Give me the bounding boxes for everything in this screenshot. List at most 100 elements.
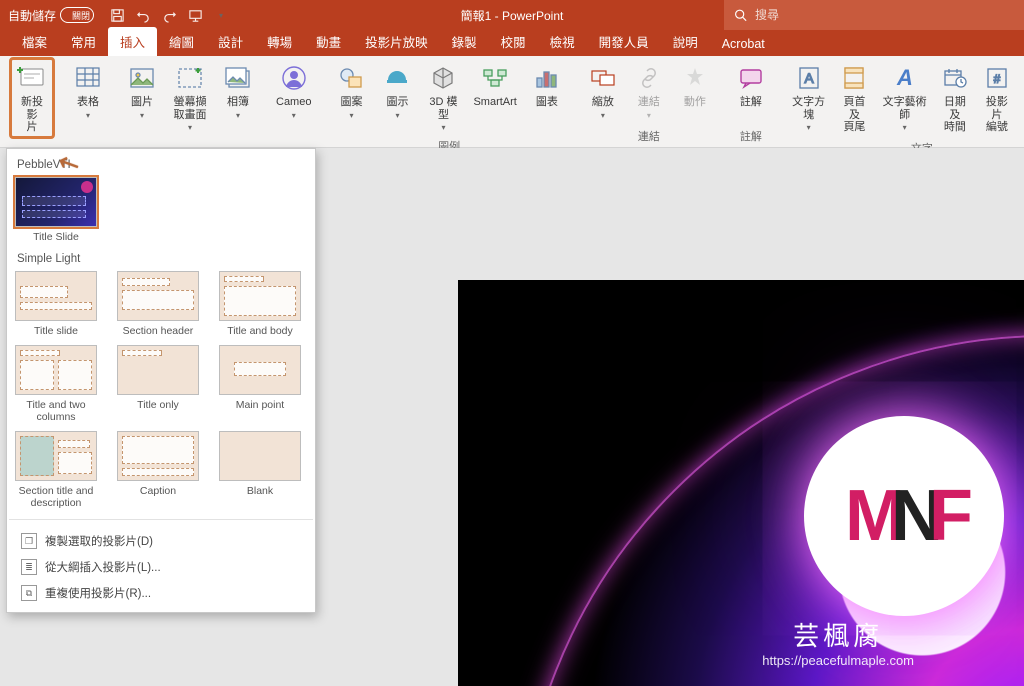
wordart-button[interactable]: A文字藝術師▾ xyxy=(876,58,932,136)
action-button: 動作 xyxy=(673,58,717,113)
search-input[interactable] xyxy=(755,8,1014,22)
tab-record[interactable]: 錄製 xyxy=(440,27,489,56)
smartart-button[interactable]: SmartArt xyxy=(467,58,522,113)
zoom-icon xyxy=(587,62,619,94)
tab-review[interactable]: 校閱 xyxy=(489,27,538,56)
tab-slideshow[interactable]: 投影片放映 xyxy=(353,27,440,56)
watermark: 芸楓腐 https://peacefulmaple.com xyxy=(762,616,914,668)
datetime-button[interactable]: 日期及 時間 xyxy=(935,58,975,138)
comment-button[interactable]: 註解 xyxy=(729,58,773,113)
tab-view[interactable]: 檢視 xyxy=(538,27,587,56)
tab-home[interactable]: 常用 xyxy=(59,27,108,56)
pictures-button[interactable]: 圖片▾ xyxy=(122,58,162,124)
new-slide-dropdown: PebbleVTI Title Slide Simple Light Title… xyxy=(6,148,316,613)
group-links: 連結 xyxy=(581,126,717,147)
smartart-icon xyxy=(479,62,511,94)
menu-reuse-slides[interactable]: ⧉重複使用投影片(R)... xyxy=(15,580,307,606)
new-slide-label: 新投影 片 xyxy=(16,96,48,134)
svg-text:#: # xyxy=(994,72,1001,86)
slide-logo: MNF xyxy=(845,475,963,557)
tab-design[interactable]: 設計 xyxy=(206,27,255,56)
tab-transitions[interactable]: 轉場 xyxy=(255,27,304,56)
quick-access-toolbar: ▾ xyxy=(108,6,230,24)
menu-duplicate-slides[interactable]: ❐複製選取的投影片(D) xyxy=(15,528,307,554)
duplicate-icon: ❐ xyxy=(21,533,37,549)
undo-icon[interactable] xyxy=(134,6,152,24)
group-comments: 註解 xyxy=(729,126,773,147)
album-button[interactable]: 相簿▾ xyxy=(218,58,258,124)
slide-logo-circle: MNF xyxy=(804,416,1004,616)
save-icon[interactable] xyxy=(108,6,126,24)
tab-file[interactable]: 檔案 xyxy=(10,27,59,56)
layout-title-slide[interactable]: Title slide xyxy=(15,271,97,337)
textbox-icon: A xyxy=(793,62,825,94)
link-icon xyxy=(633,62,665,94)
reuse-icon: ⧉ xyxy=(21,585,37,601)
layout-two-columns[interactable]: Title and two columns xyxy=(15,345,97,423)
screenshot-button[interactable]: 螢幕擷取畫面▾ xyxy=(164,58,216,136)
model3d-icon xyxy=(427,62,459,94)
link-button: 連結▾ xyxy=(627,58,671,124)
slide-canvas[interactable]: MNF 芸楓腐 https://peacefulmaple.com xyxy=(458,280,1024,686)
svg-text:A: A xyxy=(896,65,913,90)
tab-animations[interactable]: 動畫 xyxy=(304,27,353,56)
textbox-button[interactable]: A文字方塊▾ xyxy=(785,58,833,136)
tab-insert[interactable]: 插入 xyxy=(108,27,157,56)
layout-section-desc[interactable]: Section title and description xyxy=(15,431,97,509)
search-icon xyxy=(734,8,747,22)
screenshot-icon xyxy=(174,62,206,94)
slidenum-icon: # xyxy=(981,62,1013,94)
new-slide-button[interactable]: 新投影 片 xyxy=(10,58,54,138)
table-button[interactable]: 表格▾ xyxy=(66,58,110,124)
autosave-toggle[interactable]: 自動儲存 關閉 xyxy=(8,7,94,24)
slidenum-button[interactable]: #投影片 編號 xyxy=(977,58,1017,138)
wordart-icon: A xyxy=(889,62,921,94)
tab-acrobat[interactable]: Acrobat xyxy=(710,32,777,56)
present-icon[interactable] xyxy=(186,6,204,24)
headerfooter-button[interactable]: 頁首及 頁尾 xyxy=(834,58,874,138)
table-icon xyxy=(72,62,104,94)
chart-icon xyxy=(531,62,563,94)
layout-title-body[interactable]: Title and body xyxy=(219,271,301,337)
ribbon-tabs: 檔案 常用 插入 繪圖 設計 轉場 動畫 投影片放映 錄製 校閱 檢視 開發人員… xyxy=(0,30,1024,56)
dropdown-section-simple: Simple Light xyxy=(17,253,307,265)
cameo-button[interactable]: Cameo▾ xyxy=(270,58,317,124)
shapes-icon xyxy=(335,62,367,94)
autosave-label: 自動儲存 xyxy=(8,7,56,24)
svg-text:A: A xyxy=(804,70,814,86)
icons-button[interactable]: 圖示▾ xyxy=(375,58,419,124)
layout-blank[interactable]: Blank xyxy=(219,431,301,509)
pictures-icon xyxy=(126,62,158,94)
icons-icon xyxy=(381,62,413,94)
headerfooter-icon xyxy=(838,62,870,94)
model3d-button[interactable]: 3D 模 型▾ xyxy=(421,58,465,136)
title-bar: 自動儲存 關閉 ▾ 簡報1 - PowerPoint xyxy=(0,0,1024,30)
dropdown-section-pebble: PebbleVTI xyxy=(17,159,307,171)
layout-title-only[interactable]: Title only xyxy=(117,345,199,423)
tab-help[interactable]: 說明 xyxy=(661,27,710,56)
zoom-button[interactable]: 縮放▾ xyxy=(581,58,625,124)
tab-developer[interactable]: 開發人員 xyxy=(587,27,661,56)
redo-icon[interactable] xyxy=(160,6,178,24)
qat-more-icon[interactable]: ▾ xyxy=(212,6,230,24)
layout-section-header[interactable]: Section header xyxy=(117,271,199,337)
chart-button[interactable]: 圖表 xyxy=(525,58,569,113)
autosave-state: 關閉 xyxy=(72,9,90,22)
tab-draw[interactable]: 繪圖 xyxy=(157,27,206,56)
object-button[interactable]: 物件 xyxy=(1019,58,1024,113)
action-icon xyxy=(679,62,711,94)
outline-icon: ≣ xyxy=(21,559,37,575)
layout-title-slide-dark[interactable]: Title Slide xyxy=(15,177,97,243)
menu-outline-slides[interactable]: ≣從大綱插入投影片(L)... xyxy=(15,554,307,580)
layout-main-point[interactable]: Main point xyxy=(219,345,301,423)
layout-caption[interactable]: Caption xyxy=(117,431,199,509)
datetime-icon xyxy=(939,62,971,94)
search-box[interactable] xyxy=(724,0,1024,30)
cameo-icon xyxy=(278,62,310,94)
ribbon: 新投影 片 表格▾ 圖片▾ 螢幕擷取畫面▾ 相簿▾ Cameo▾ 圖案▾ 圖示▾… xyxy=(0,56,1024,148)
album-icon xyxy=(222,62,254,94)
comment-icon xyxy=(735,62,767,94)
shapes-button[interactable]: 圖案▾ xyxy=(329,58,373,124)
document-title: 簡報1 - PowerPoint xyxy=(461,7,564,24)
new-slide-icon xyxy=(16,62,48,94)
